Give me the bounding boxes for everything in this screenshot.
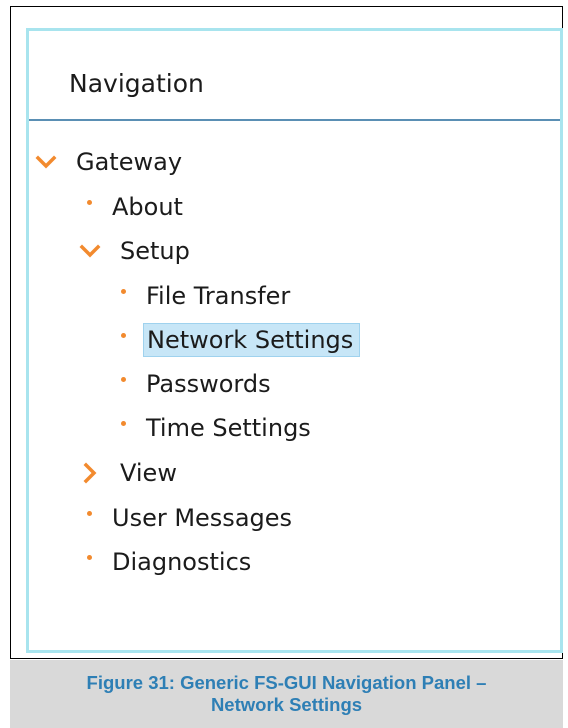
- navigation-panel: Navigation Gateway About Setup File Tran…: [26, 28, 563, 653]
- bullet-icon: [87, 510, 92, 516]
- chevron-down-icon[interactable]: [35, 151, 57, 173]
- tree-item-label: Passwords: [146, 370, 271, 398]
- navigation-tree: Gateway About Setup File Transfer Networ…: [29, 31, 560, 650]
- bullet-icon: [121, 420, 126, 426]
- tree-item-label: Diagnostics: [112, 548, 252, 576]
- bullet-icon: [121, 376, 126, 382]
- tree-item-view[interactable]: View: [79, 456, 183, 490]
- tree-item-label: Gateway: [76, 148, 183, 176]
- bullet-icon: [121, 332, 126, 338]
- tree-item-gateway[interactable]: Gateway: [35, 145, 188, 179]
- tree-item-file-transfer[interactable]: File Transfer: [117, 279, 296, 313]
- tree-item-diagnostics[interactable]: Diagnostics: [83, 545, 257, 579]
- chevron-right-icon[interactable]: [79, 462, 101, 484]
- bullet-icon: [121, 288, 126, 294]
- tree-item-label: Time Settings: [146, 414, 311, 442]
- caption-line-1: Figure 31: Generic FS-GUI Navigation Pan…: [86, 672, 487, 693]
- tree-item-setup[interactable]: Setup: [79, 234, 196, 268]
- chevron-down-icon[interactable]: [79, 240, 101, 262]
- figure-caption: Figure 31: Generic FS-GUI Navigation Pan…: [10, 660, 563, 728]
- caption-line-2: Network Settings: [210, 694, 363, 715]
- tree-item-label: User Messages: [112, 504, 293, 532]
- tree-item-passwords[interactable]: Passwords: [117, 367, 277, 401]
- tree-item-time-settings[interactable]: Time Settings: [117, 411, 317, 445]
- tree-item-label: Setup: [120, 237, 190, 265]
- tree-item-label: View: [120, 459, 177, 487]
- bullet-icon: [87, 199, 92, 205]
- tree-item-network-settings[interactable]: Network Settings: [117, 323, 361, 357]
- tree-item-user-messages[interactable]: User Messages: [83, 501, 298, 535]
- tree-item-label: File Transfer: [146, 282, 291, 310]
- tree-item-label: Network Settings: [143, 323, 361, 357]
- bullet-icon: [87, 554, 92, 560]
- tree-item-label: About: [112, 193, 183, 221]
- page: Navigation Gateway About Setup File Tran…: [0, 0, 568, 728]
- tree-item-about[interactable]: About: [83, 190, 189, 224]
